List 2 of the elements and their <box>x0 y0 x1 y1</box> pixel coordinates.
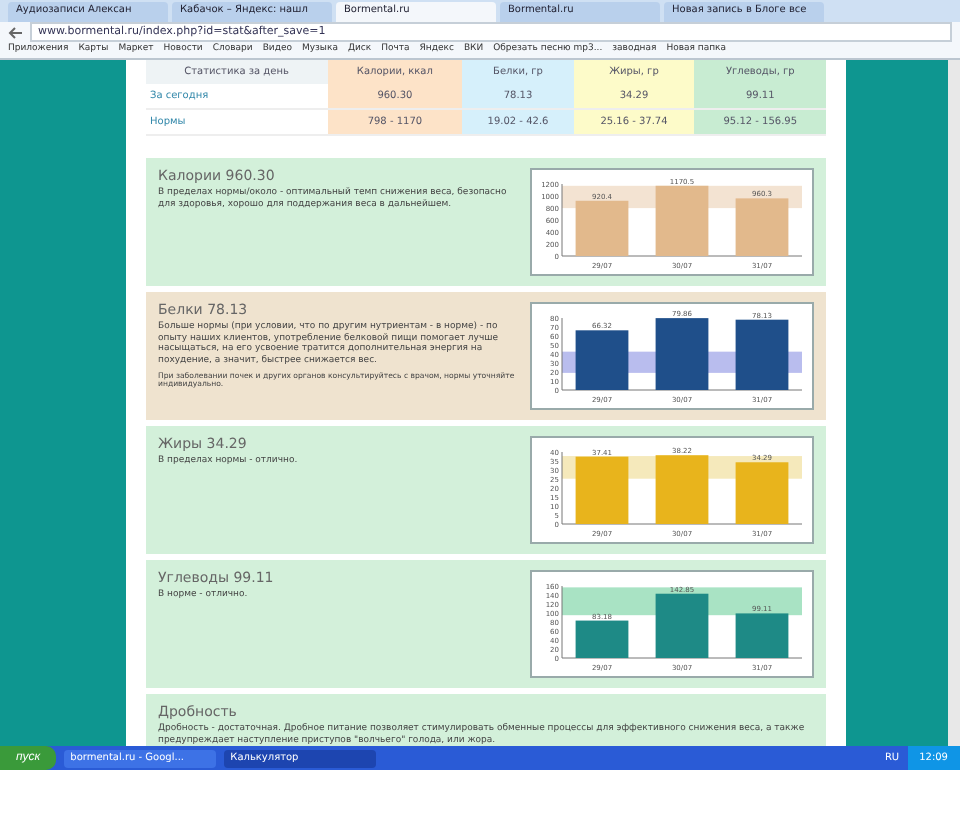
back-icon[interactable] <box>8 25 24 39</box>
scrollbar[interactable] <box>948 60 960 746</box>
